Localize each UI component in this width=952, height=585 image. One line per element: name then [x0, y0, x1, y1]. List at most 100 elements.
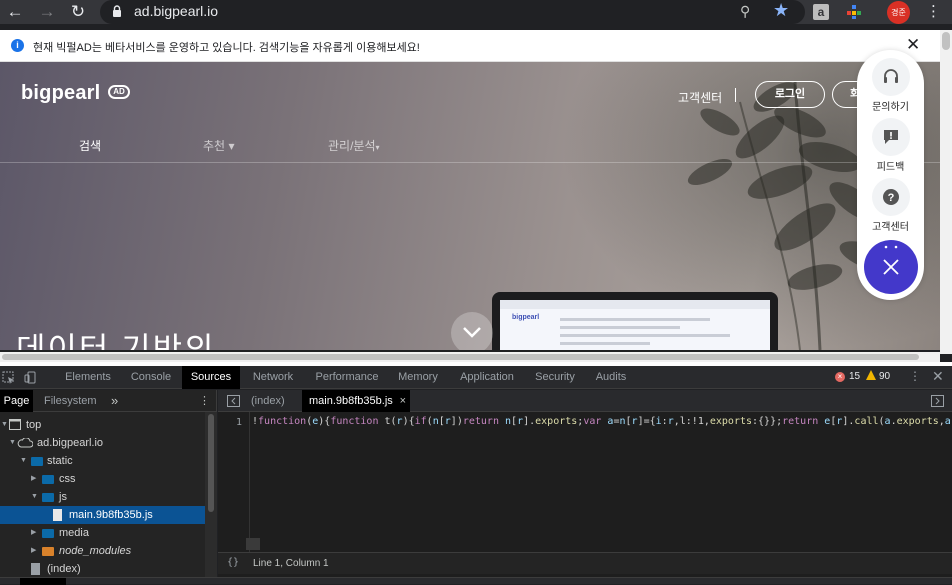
support-link[interactable]: 고객센터: [678, 89, 722, 106]
close-icon[interactable]: ✕: [906, 35, 920, 55]
tab-filesystem[interactable]: Filesystem: [44, 390, 97, 412]
inquiry-item[interactable]: 문의하기: [857, 58, 924, 113]
info-banner: i 현재 빅펄AD는 베타서비스를 운영하고 있습니다. 검색기능을 자유롭게 …: [0, 30, 940, 62]
tree-item-top[interactable]: ▼ top: [0, 416, 205, 434]
scroll-down-button[interactable]: [451, 312, 493, 350]
mascot-eyes-icon: [884, 245, 898, 249]
url-text: ad.bigpearl.io: [134, 3, 219, 19]
nav-search[interactable]: 검색: [79, 137, 101, 154]
hero-section: bigpearl AD 고객센터 로그인 회 검색 추천 ▾ 관리/분석▾ bi…: [0, 62, 940, 350]
tree-item-media[interactable]: ▶ media: [0, 524, 205, 542]
tab-application[interactable]: Application: [452, 366, 522, 389]
svg-text:?: ?: [887, 192, 894, 204]
file-icon: [53, 509, 62, 521]
frame-icon: [9, 419, 21, 430]
floating-help-widget: 문의하기 피드백 ? 고객센터: [857, 50, 924, 300]
folder-icon: [42, 547, 54, 556]
tab-network[interactable]: Network: [244, 366, 302, 389]
brand-logo[interactable]: bigpearl: [21, 82, 100, 105]
chevron-down-icon: [463, 327, 481, 338]
folder-icon: [42, 475, 54, 484]
editor-status-bar: {} Line 1, Column 1: [218, 552, 952, 574]
back-button[interactable]: ←: [4, 1, 26, 23]
warning-count[interactable]: 90: [879, 371, 890, 382]
devtools-drawer[interactable]: [0, 577, 952, 585]
support-label: 고객센터: [872, 222, 909, 233]
tab-elements[interactable]: Elements: [57, 366, 119, 389]
extension-a-icon[interactable]: a: [813, 4, 829, 20]
tab-sources[interactable]: Sources: [182, 366, 240, 389]
inspect-element-icon[interactable]: [2, 371, 15, 384]
tree-item-index[interactable]: (index): [0, 560, 205, 578]
tree-item-js[interactable]: ▼ js: [0, 488, 205, 506]
pretty-print-icon[interactable]: {}: [227, 557, 239, 568]
login-button[interactable]: 로그인: [755, 81, 825, 108]
source-code-line[interactable]: !function(e){function t(r){if(n[r])retur…: [252, 416, 952, 427]
close-icon: [883, 259, 899, 275]
logo-ad-badge: AD: [108, 85, 130, 99]
extension-grid-icon[interactable]: [846, 4, 862, 20]
tree-item-static[interactable]: ▼ static: [0, 452, 205, 470]
nav-manage-analysis[interactable]: 관리/분석▾: [328, 137, 380, 154]
devtools-close-icon[interactable]: ✕: [932, 368, 944, 385]
devtools-menu-icon[interactable]: ⋮: [909, 369, 921, 383]
tab-security[interactable]: Security: [527, 366, 583, 389]
navigator-menu-icon[interactable]: ⋮: [199, 390, 210, 412]
page-horizontal-scrollbar[interactable]: [0, 352, 940, 362]
nav-underline: [0, 162, 940, 163]
tab-console[interactable]: Console: [122, 366, 180, 389]
bookmark-star-icon[interactable]: ★: [773, 0, 789, 21]
info-icon: i: [11, 39, 24, 52]
cursor-position: Line 1, Column 1: [253, 558, 329, 569]
page-vertical-scrollbar[interactable]: [940, 30, 952, 354]
zoom-icon[interactable]: ⚲: [740, 3, 750, 20]
tree-item-node-modules[interactable]: ▶ node_modules: [0, 542, 205, 560]
editor-tabs: (index) main.9b8fb35b.js ×: [218, 390, 952, 412]
tab-memory[interactable]: Memory: [390, 366, 446, 389]
reload-button[interactable]: ↻: [67, 1, 89, 23]
folder-icon: [42, 493, 54, 502]
inquiry-label: 문의하기: [872, 102, 909, 113]
headset-icon: [883, 69, 898, 83]
editor-tab-index[interactable]: (index): [251, 390, 285, 412]
feedback-item[interactable]: 피드백: [857, 118, 924, 173]
editor-horizontal-scrollbar[interactable]: [246, 538, 952, 550]
feedback-icon: [883, 130, 898, 144]
close-tab-icon[interactable]: ×: [400, 390, 406, 412]
toggle-debugger-icon[interactable]: [931, 395, 944, 407]
warning-icon[interactable]: [866, 370, 876, 380]
chevron-down-icon: ▾: [375, 143, 380, 152]
nav-recommend[interactable]: 추천 ▾: [203, 137, 234, 154]
info-message: 현재 빅펄AD는 베타서비스를 운영하고 있습니다. 검색기능을 자유롭게 이용…: [33, 42, 420, 54]
error-icon[interactable]: ×: [835, 372, 845, 382]
navigator-tabs: Page Filesystem » ⋮: [0, 390, 217, 412]
tree-item-main-js[interactable]: main.9b8fb35b.js: [0, 506, 205, 524]
file-icon: [31, 563, 40, 575]
sources-navigator: Page Filesystem » ⋮ ▼ top ▼ ad.bigpearl.…: [0, 390, 217, 584]
tab-audits[interactable]: Audits: [588, 366, 634, 389]
hero-headline: 데이터 기반의: [16, 331, 216, 350]
laptop-image: bigpearl: [492, 292, 778, 350]
folder-icon: [31, 457, 43, 466]
tree-item-domain[interactable]: ▼ ad.bigpearl.io: [0, 434, 205, 452]
line-number[interactable]: 1: [236, 417, 242, 428]
browser-toolbar: ← → ↻ ad.bigpearl.io ⚲ ★ a 경준 ⋮: [0, 0, 952, 24]
toggle-navigator-icon[interactable]: [227, 395, 240, 407]
error-count[interactable]: 15: [849, 371, 860, 382]
browser-menu-icon[interactable]: ⋮: [926, 2, 941, 20]
tab-performance[interactable]: Performance: [307, 366, 387, 389]
forward-button[interactable]: →: [36, 1, 58, 23]
folder-icon: [42, 529, 54, 538]
support-item[interactable]: ? 고객센터: [857, 178, 924, 233]
device-toolbar-icon[interactable]: [24, 371, 37, 384]
tab-page[interactable]: Page: [0, 390, 33, 412]
widget-close-button[interactable]: [864, 240, 918, 294]
address-bar[interactable]: ad.bigpearl.io ⚲ ★: [100, 0, 805, 24]
devtools-tabbar: Elements Console Sources Network Perform…: [0, 366, 952, 389]
navigator-scrollbar[interactable]: [205, 412, 217, 584]
more-tabs-icon[interactable]: »: [111, 390, 118, 412]
tree-item-css[interactable]: ▶ css: [0, 470, 205, 488]
chevron-down-icon: ▾: [228, 139, 235, 153]
profile-avatar[interactable]: 경준: [887, 1, 910, 24]
editor-tab-main-js[interactable]: main.9b8fb35b.js ×: [302, 390, 410, 412]
